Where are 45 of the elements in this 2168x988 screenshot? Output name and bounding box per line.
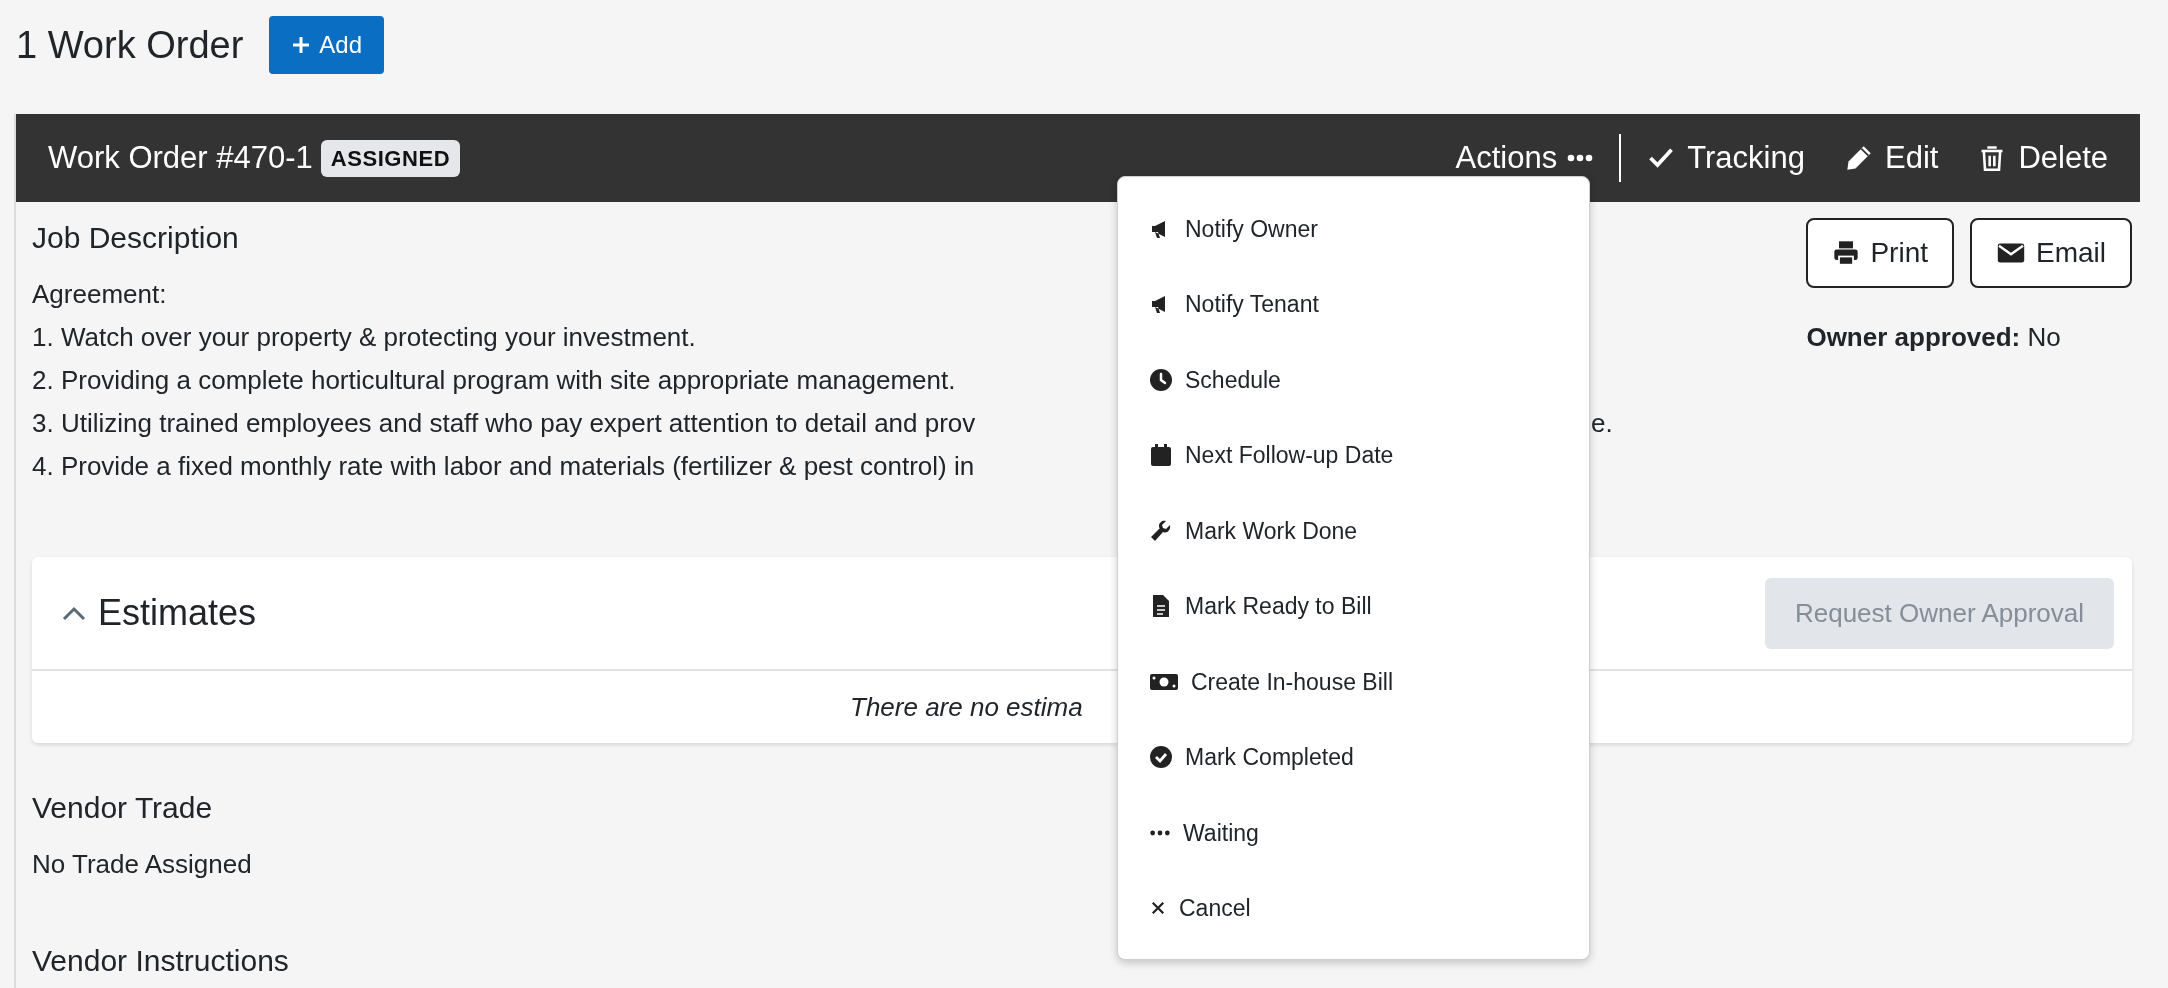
menu-item[interactable]: Mark Work Done <box>1118 493 1589 569</box>
print-button[interactable]: Print <box>1806 218 1954 288</box>
envelope-icon <box>1996 241 2026 265</box>
ellipsis-icon <box>1567 154 1594 162</box>
calendar-icon <box>1149 443 1173 468</box>
add-button[interactable]: Add <box>269 16 385 74</box>
page-title: 1 Work Order <box>15 26 244 64</box>
chevron-up-icon[interactable] <box>62 605 86 621</box>
description-text: e. <box>1591 407 1613 440</box>
empty-message: There are no estima <box>850 690 1083 724</box>
edit-button[interactable]: Edit <box>1844 134 1939 182</box>
menu-item[interactable]: Waiting <box>1118 795 1589 871</box>
description-text: 2. Providing a complete horticultural program with site appropriate management. <box>32 364 957 397</box>
section-heading: Vendor Trade <box>32 790 214 826</box>
description-text: 3. Utilizing trained employees and staff who pay expert attention to detail and prov <box>32 407 976 440</box>
clock-icon <box>1149 367 1173 392</box>
vendor-trade-value: No Trade Assigned <box>32 848 253 881</box>
money-bill-icon <box>1149 671 1179 692</box>
menu-item[interactable]: Cancel <box>1118 870 1589 946</box>
wrench-icon <box>1149 518 1173 543</box>
menu-item[interactable]: Schedule <box>1118 342 1589 418</box>
pencil-icon <box>1844 144 1873 172</box>
menu-item[interactable]: Mark Completed <box>1118 719 1589 795</box>
status-badge: ASSIGNED <box>320 139 461 177</box>
menu-item[interactable]: Notify Owner <box>1118 191 1589 267</box>
owner-approved-text: Owner approved: No <box>1806 322 2061 352</box>
section-heading: Vendor Instructions <box>32 943 290 979</box>
delete-button[interactable]: Delete <box>1978 134 2108 182</box>
estimates-title: Estimates <box>98 591 257 635</box>
menu-item[interactable]: Next Follow-up Date <box>1118 417 1589 493</box>
section-heading: Job Description <box>32 220 240 256</box>
actions-button[interactable]: Actions <box>1455 134 1594 182</box>
work-order-title: Work Order #470-1 <box>48 138 313 177</box>
menu-item[interactable]: Mark Ready to Bill <box>1118 568 1589 644</box>
email-button[interactable]: Email <box>1970 218 2132 288</box>
ellipsis-icon <box>1149 828 1171 837</box>
description-text: Agreement: <box>32 278 168 311</box>
menu-item[interactable]: Notify Tenant <box>1118 266 1589 342</box>
description-text: 4. Provide a fixed monthly rate with labor and materials (fertilizer & pest control) in <box>32 450 976 483</box>
check-circle-icon <box>1149 745 1173 770</box>
description-text: 1. Watch over your property & protecting your investment. <box>32 321 697 354</box>
printer-icon <box>1832 239 1861 267</box>
tracking-button[interactable]: Tracking <box>1647 134 1805 182</box>
menu-item[interactable]: Create In-house Bill <box>1118 644 1589 720</box>
plus-icon <box>291 35 312 55</box>
